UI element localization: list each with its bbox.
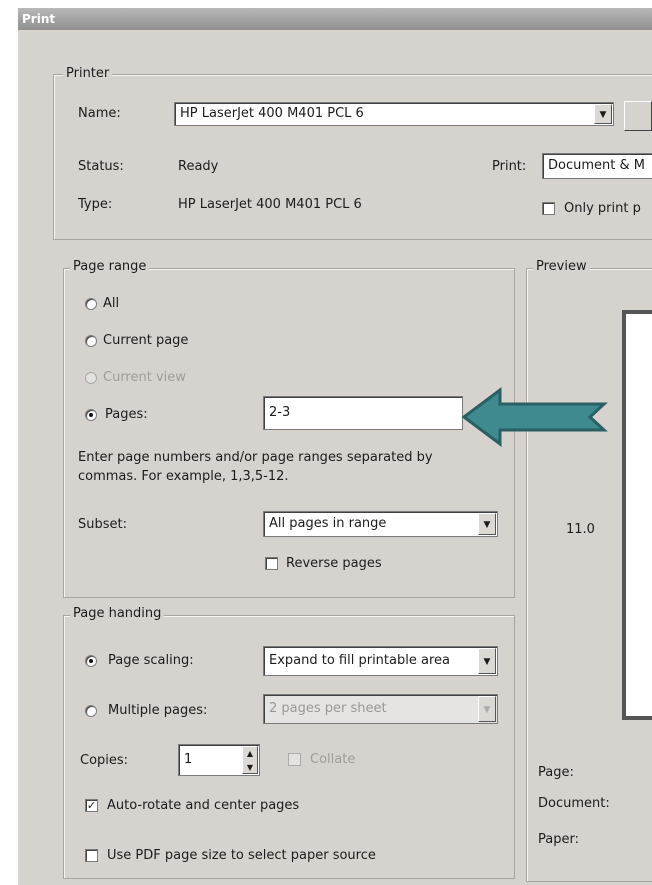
preview-page-label: Page: [538, 765, 574, 780]
collate-label: Collate [310, 752, 356, 767]
printer-group-label: Printer [63, 66, 113, 81]
subset-select[interactable]: All pages in range ▼ [263, 511, 498, 537]
page-scaling-label: Page scaling: [108, 653, 194, 668]
pages-input-value: 2-3 [269, 405, 291, 420]
current-page-radio[interactable] [85, 335, 97, 347]
reverse-pages-checkbox[interactable] [265, 557, 278, 570]
auto-rotate-label: Auto-rotate and center pages [107, 798, 300, 813]
preview-paper-label: Paper: [538, 832, 579, 847]
chevron-down-icon[interactable]: ▼ [594, 104, 612, 124]
status-value: Ready [178, 159, 219, 174]
multiple-pages-select[interactable]: 2 pages per sheet ▼ [263, 694, 498, 724]
current-page-label: Current page [103, 333, 189, 348]
copies-value: 1 [184, 752, 193, 767]
preview-group-label: Preview [533, 259, 590, 274]
pdf-page-size-label: Use PDF page size to select paper source [107, 848, 376, 863]
status-label: Status: [78, 159, 124, 174]
all-radio[interactable] [85, 298, 97, 310]
page-scaling-radio[interactable] [85, 655, 97, 667]
type-label: Type: [78, 197, 113, 212]
preview-page-image [622, 310, 652, 720]
print-what-select[interactable]: Document & M [542, 153, 652, 179]
only-print-label: Only print p [564, 201, 641, 216]
arrow-left-icon [461, 387, 608, 447]
page-range-group-label: Page range [70, 259, 150, 274]
print-what-value: Document & M [548, 158, 645, 173]
printer-name-select[interactable]: HP LaserJet 400 M401 PCL 6 ▼ [174, 102, 614, 126]
current-view-radio[interactable] [85, 372, 97, 384]
stepper-arrows-icon[interactable]: ▲ ▼ [242, 746, 258, 774]
chevron-down-icon[interactable]: ▼ [478, 513, 496, 535]
auto-rotate-checkbox[interactable]: ✓ [85, 799, 98, 812]
reverse-pages-label: Reverse pages [286, 556, 382, 571]
title-bar: Print [18, 8, 652, 30]
page-handling-group-label: Page handing [70, 606, 165, 621]
chevron-down-icon[interactable]: ▼ [478, 648, 496, 674]
multiple-pages-label: Multiple pages: [108, 703, 208, 718]
subset-label: Subset: [78, 517, 127, 532]
page-scaling-value: Expand to fill printable area [269, 653, 450, 668]
page-range-group [63, 268, 515, 598]
properties-button[interactable] [624, 101, 652, 131]
print-dialog: Print Printer Name: HP LaserJet 400 M401… [18, 8, 652, 885]
pages-label: Pages: [105, 407, 148, 422]
printer-name-value: HP LaserJet 400 M401 PCL 6 [180, 106, 364, 121]
page-scaling-select[interactable]: Expand to fill printable area ▼ [263, 646, 498, 676]
pages-hint-line2: commas. For example, 1,3,5-12. [78, 469, 289, 484]
multiple-pages-radio[interactable] [85, 705, 97, 717]
copies-stepper[interactable]: 1 ▲ ▼ [178, 744, 260, 776]
all-label: All [103, 296, 120, 311]
preview-height-label: 11.0 [566, 522, 595, 537]
current-view-label: Current view [103, 370, 186, 385]
pages-hint-line1: Enter page numbers and/or page ranges se… [78, 450, 433, 465]
preview-document-label: Document: [538, 796, 610, 811]
printer-name-label: Name: [78, 106, 121, 121]
subset-value: All pages in range [269, 516, 387, 531]
multiple-pages-value: 2 pages per sheet [269, 701, 387, 716]
chevron-down-icon[interactable]: ▼ [478, 696, 496, 722]
pdf-page-size-checkbox[interactable] [85, 849, 98, 862]
copies-label: Copies: [80, 753, 129, 768]
pages-input[interactable]: 2-3 [263, 396, 463, 430]
only-print-checkbox[interactable] [542, 202, 555, 215]
collate-checkbox[interactable] [288, 753, 301, 766]
pages-radio[interactable] [85, 409, 97, 421]
print-what-label: Print: [492, 159, 527, 174]
type-value: HP LaserJet 400 M401 PCL 6 [178, 197, 362, 212]
